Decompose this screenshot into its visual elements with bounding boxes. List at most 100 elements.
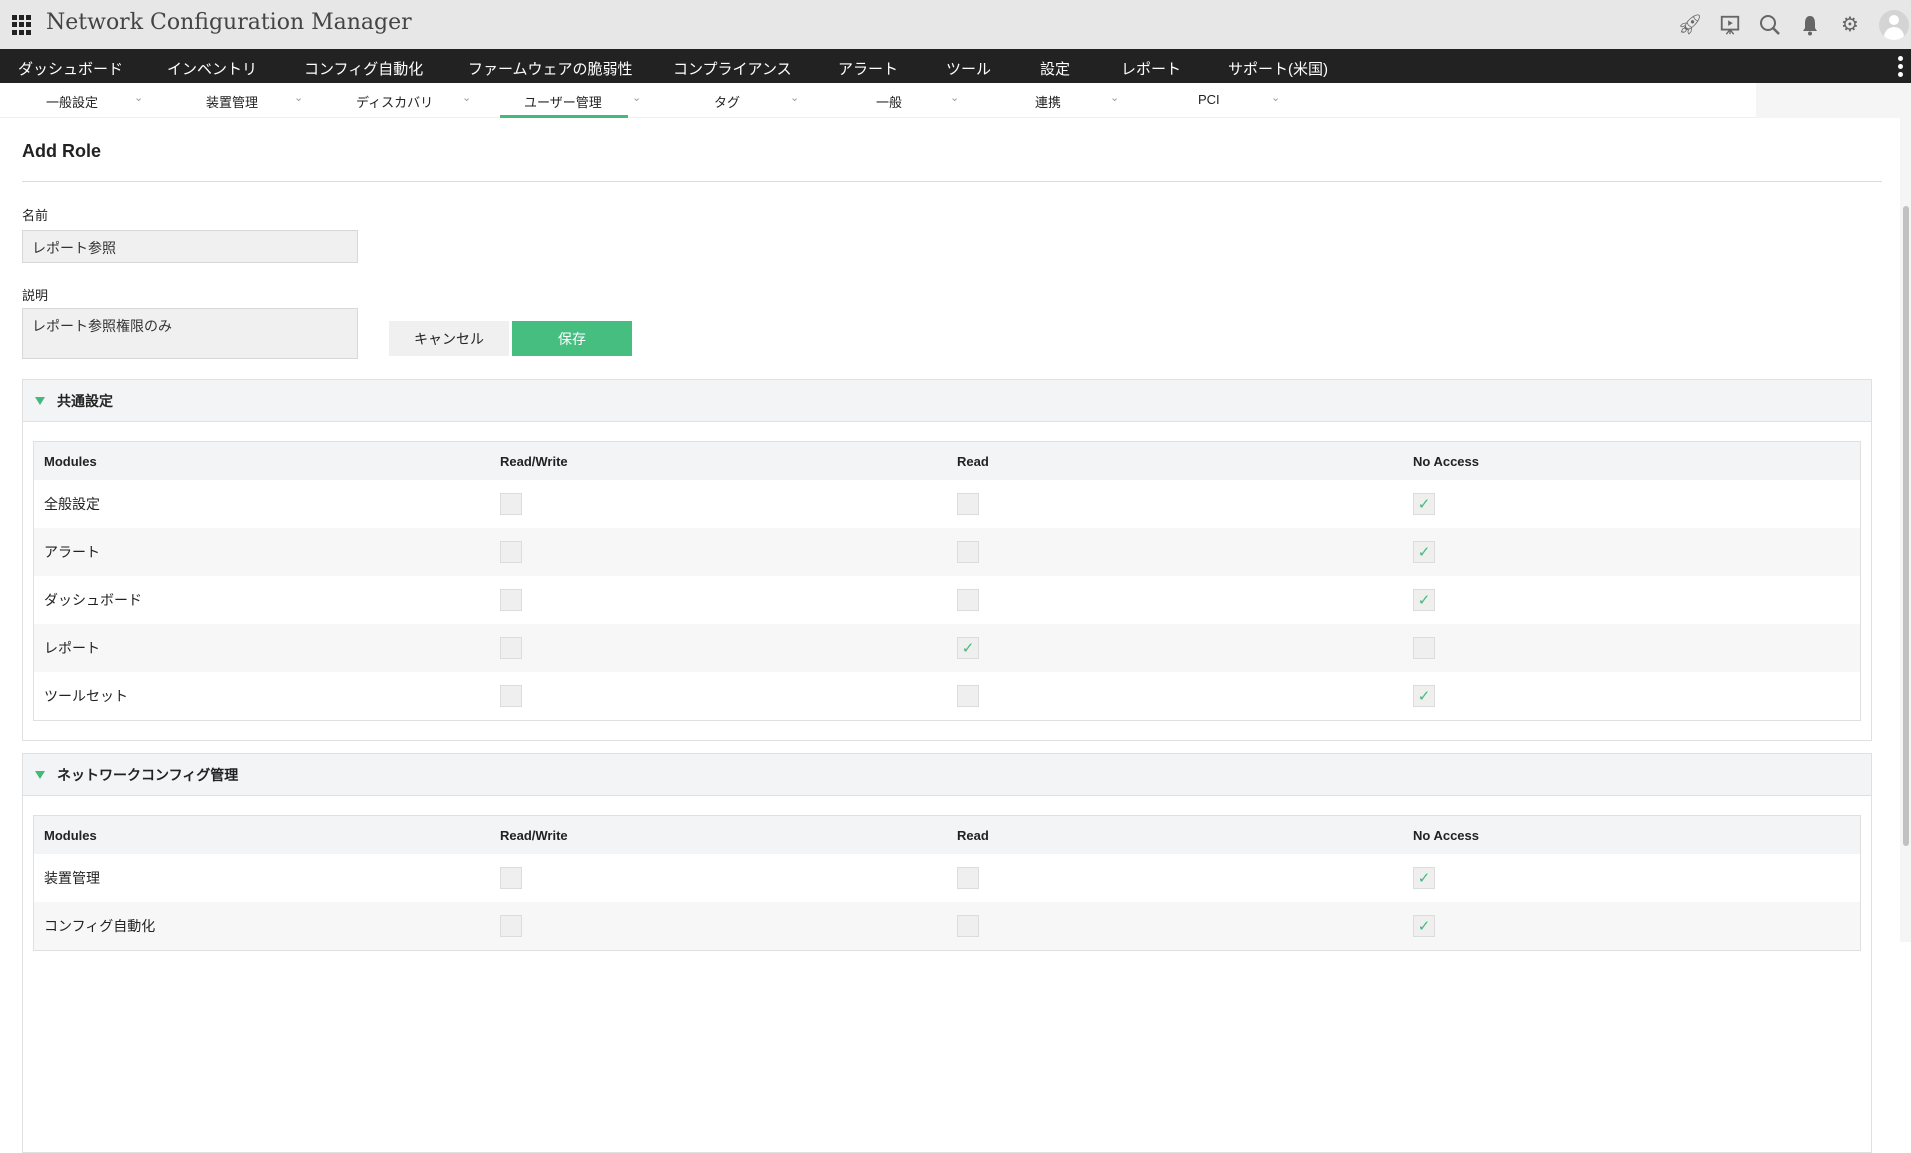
- subnav-label: 一般: [876, 95, 903, 110]
- permission-checkbox[interactable]: ✓: [1413, 493, 1435, 515]
- column-header: Read: [957, 827, 989, 843]
- description-textarea[interactable]: レポート参照権限のみ: [22, 308, 358, 359]
- chevron-down-icon: ⌄: [294, 92, 304, 104]
- permission-checkbox[interactable]: ✓: [1413, 867, 1435, 889]
- chevron-down-icon: ⌄: [1110, 92, 1120, 104]
- permission-checkbox[interactable]: [957, 915, 979, 937]
- permission-checkbox[interactable]: [500, 589, 522, 611]
- collapse-triangle-icon[interactable]: [35, 396, 45, 405]
- avatar[interactable]: [1879, 9, 1909, 40]
- permission-checkbox[interactable]: [957, 867, 979, 889]
- nav-config-automation[interactable]: コンフィグ自動化: [304, 58, 423, 79]
- nav-reports[interactable]: レポート: [1121, 58, 1181, 79]
- chevron-down-icon: ⌄: [1271, 92, 1281, 104]
- nav-inventory[interactable]: インベントリ: [167, 58, 257, 79]
- permission-checkbox[interactable]: [500, 915, 522, 937]
- subnav-label: PCI: [1198, 92, 1220, 107]
- permission-checkbox[interactable]: [957, 541, 979, 563]
- check-icon: ✓: [1417, 870, 1431, 887]
- name-label: 名前: [22, 208, 49, 223]
- description-label: 説明: [22, 288, 49, 303]
- gear-icon[interactable]: ⚙: [1839, 14, 1861, 36]
- presentation-icon[interactable]: [1719, 14, 1741, 36]
- permission-checkbox[interactable]: [500, 637, 522, 659]
- module-name: ツールセット: [44, 688, 128, 704]
- permission-checkbox[interactable]: ✓: [1413, 685, 1435, 707]
- scrollbar[interactable]: [1900, 118, 1911, 942]
- permission-checkbox[interactable]: [957, 493, 979, 515]
- nav-tools[interactable]: ツール: [946, 58, 991, 79]
- check-icon: ✓: [1417, 688, 1431, 705]
- check-icon: ✓: [1417, 496, 1431, 513]
- chevron-down-icon: ⌄: [790, 92, 800, 104]
- subnav-device-management[interactable]: 装置管理 ⌄: [206, 83, 316, 118]
- permission-checkbox[interactable]: [500, 685, 522, 707]
- subnav-general-settings[interactable]: 一般設定 ⌄: [46, 83, 156, 118]
- permission-checkbox[interactable]: ✓: [1413, 589, 1435, 611]
- subnav-label: ユーザー管理: [524, 95, 602, 110]
- permission-checkbox[interactable]: ✓: [957, 637, 979, 659]
- nav-alerts[interactable]: アラート: [838, 58, 898, 79]
- collapse-triangle-icon[interactable]: [35, 770, 45, 779]
- app-title: Network Configuration Manager: [46, 10, 412, 35]
- save-button[interactable]: 保存: [512, 321, 632, 356]
- chevron-down-icon: ⌄: [950, 92, 960, 104]
- permission-section: 共通設定 Modules Read/Write Read No Access 全般設定 ✓ ア…: [22, 379, 1872, 741]
- subnav-general[interactable]: 一般 ⌄: [876, 83, 976, 118]
- table-row: ツールセット ✓: [34, 672, 1860, 720]
- cancel-button[interactable]: キャンセル: [389, 321, 509, 356]
- table-row: コンフィグ自動化 ✓: [34, 902, 1860, 950]
- check-icon: ✓: [961, 640, 975, 657]
- permissions-table: Modules Read/Write Read No Access 全般設定 ✓ アラート ✓…: [33, 441, 1861, 721]
- nav-dashboard[interactable]: ダッシュボード: [18, 58, 123, 79]
- check-icon: ✓: [1417, 592, 1431, 609]
- permissions-table: Modules Read/Write Read No Access 装置管理 ✓ コンフィグ…: [33, 815, 1861, 951]
- permission-checkbox[interactable]: [957, 685, 979, 707]
- column-header: No Access: [1413, 827, 1479, 843]
- table-header: Modules Read/Write Read No Access: [34, 442, 1860, 480]
- nav-firmware-vulnerability[interactable]: ファームウェアの脆弱性: [468, 58, 633, 79]
- subnav-user-management[interactable]: ユーザー管理 ⌄: [500, 83, 641, 118]
- column-header: No Access: [1413, 453, 1479, 469]
- chevron-down-icon: ⌄: [462, 92, 472, 104]
- section-header[interactable]: ネットワークコンフィグ管理: [23, 754, 1871, 796]
- divider: [22, 181, 1882, 182]
- subnav-integration[interactable]: 連携 ⌄: [1035, 83, 1135, 118]
- rocket-icon[interactable]: 🚀︎: [1677, 14, 1702, 36]
- name-input[interactable]: レポート参照: [22, 230, 358, 263]
- module-name: 装置管理: [44, 870, 100, 886]
- chevron-down-icon: ⌄: [134, 92, 144, 104]
- table-row: 装置管理 ✓: [34, 854, 1860, 902]
- more-menu-icon[interactable]: [1898, 56, 1903, 77]
- permission-checkbox[interactable]: [500, 493, 522, 515]
- nav-support[interactable]: サポート(米国): [1228, 58, 1328, 79]
- module-name: アラート: [44, 544, 100, 560]
- permission-checkbox[interactable]: [500, 541, 522, 563]
- check-icon: ✓: [1417, 544, 1431, 561]
- permission-checkbox[interactable]: [957, 589, 979, 611]
- module-name: コンフィグ自動化: [44, 918, 156, 934]
- permission-checkbox[interactable]: [1413, 637, 1435, 659]
- permission-checkbox[interactable]: [500, 867, 522, 889]
- scrollbar-thumb[interactable]: [1903, 206, 1909, 846]
- subnav-tags[interactable]: タグ ⌄: [714, 83, 814, 118]
- subnav-label: ディスカバリ: [356, 95, 434, 110]
- check-icon: ✓: [1417, 918, 1431, 935]
- top-header: Network Configuration Manager 🚀︎ ⚙: [0, 0, 1911, 49]
- nav-compliance[interactable]: コンプライアンス: [673, 58, 792, 79]
- module-name: 全般設定: [44, 496, 100, 512]
- subnav-discovery[interactable]: ディスカバリ ⌄: [356, 83, 476, 118]
- permission-checkbox[interactable]: ✓: [1413, 915, 1435, 937]
- app-grid-icon[interactable]: [12, 15, 32, 35]
- permission-checkbox[interactable]: ✓: [1413, 541, 1435, 563]
- module-name: ダッシュボード: [44, 592, 142, 608]
- nav-settings[interactable]: 設定: [1040, 58, 1070, 79]
- search-icon[interactable]: [1759, 14, 1781, 36]
- section-header[interactable]: 共通設定: [23, 380, 1871, 422]
- bell-icon[interactable]: [1799, 14, 1821, 36]
- permission-section: ネットワークコンフィグ管理 Modules Read/Write Read No Acc…: [22, 753, 1872, 1153]
- chevron-down-icon: ⌄: [632, 92, 642, 104]
- subnav-pci[interactable]: PCI ⌄: [1198, 83, 1298, 118]
- table-row: アラート ✓: [34, 528, 1860, 576]
- module-name: レポート: [44, 640, 100, 656]
